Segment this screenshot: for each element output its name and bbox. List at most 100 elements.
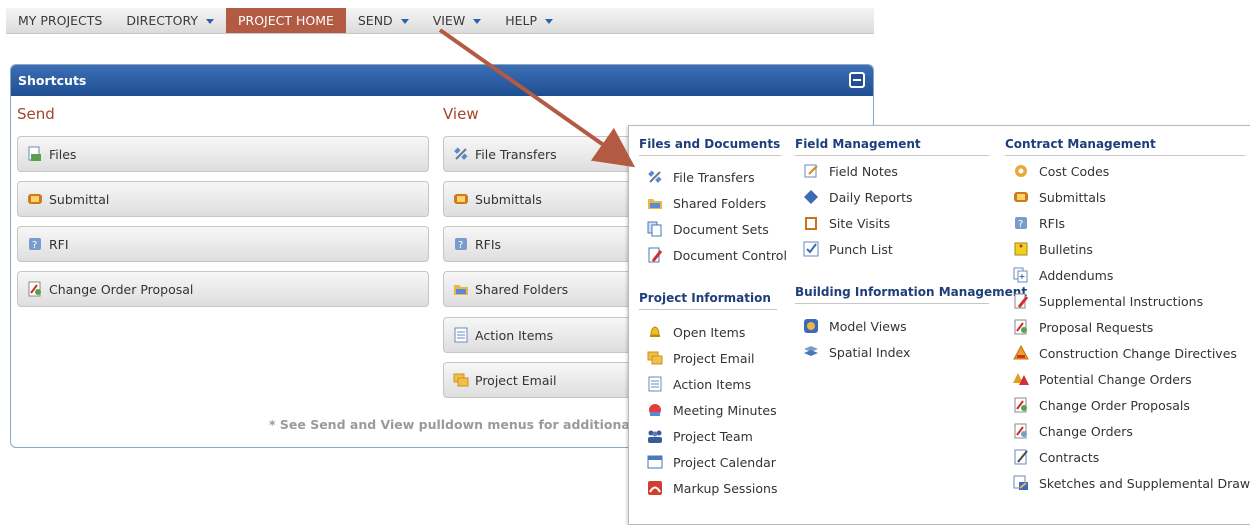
menu-project-calendar[interactable]: Project Calendar	[647, 453, 776, 471]
menu-submittals[interactable]: Submittals	[1013, 188, 1106, 206]
change-order-icon	[1014, 319, 1027, 335]
menu-project-email[interactable]: Project Email	[647, 349, 754, 367]
menu-bulletins[interactable]: Bulletins	[1013, 240, 1093, 258]
model-icon	[804, 319, 818, 333]
view-column-title: View	[443, 105, 479, 123]
send-submittal-button[interactable]: Submittal	[17, 181, 429, 217]
chevron-down-icon	[473, 19, 482, 24]
collapse-icon[interactable]	[849, 72, 865, 88]
menu-item-label: Document Control	[673, 247, 787, 263]
menu-cost-codes[interactable]: Cost Codes	[1013, 162, 1109, 180]
nav-send[interactable]: SEND	[346, 8, 421, 33]
menu-meeting-minutes[interactable]: Meeting Minutes	[647, 401, 777, 419]
menu-rfis[interactable]: ? RFIs	[1013, 214, 1065, 232]
menu-item-label: Bulletins	[1039, 241, 1093, 257]
menu-site-visits[interactable]: Site Visits	[803, 214, 890, 232]
svg-text:?: ?	[32, 240, 37, 251]
nav-project-home[interactable]: PROJECT HOME	[225, 8, 346, 33]
menu-model-views[interactable]: Model Views	[803, 317, 907, 335]
menu-punch-list[interactable]: Punch List	[803, 240, 893, 258]
markup-icon	[648, 481, 662, 495]
menu-document-sets[interactable]: Document Sets	[647, 220, 769, 238]
bulletin-icon	[1014, 242, 1028, 256]
menu-item-label: Site Visits	[829, 215, 891, 231]
nav-help[interactable]: HELP	[493, 8, 565, 33]
addendum-icon	[1013, 267, 1028, 283]
bell-icon	[650, 326, 660, 337]
menu-change-order-proposals[interactable]: Change Order Proposals	[1013, 396, 1190, 414]
section-files-and-documents: Files and Documents	[639, 137, 781, 156]
menu-project-team[interactable]: Project Team	[647, 427, 753, 445]
menu-item-label: Punch List	[829, 241, 893, 257]
chevron-down-icon	[400, 19, 409, 24]
menu-change-orders[interactable]: Change Orders	[1013, 422, 1133, 440]
supplemental-icon	[1014, 293, 1029, 309]
menu-item-label: Daily Reports	[829, 189, 913, 205]
menu-markup-sessions[interactable]: Markup Sessions	[647, 479, 777, 497]
send-column-title: Send	[17, 105, 55, 123]
nav-directory[interactable]: DIRECTORY	[114, 8, 226, 33]
menu-open-items[interactable]: Open Items	[647, 323, 745, 341]
menu-proposal-requests[interactable]: Proposal Requests	[1013, 318, 1153, 336]
contract-icon	[1014, 449, 1028, 465]
menu-daily-reports[interactable]: Daily Reports	[803, 188, 913, 206]
menu-shared-folders[interactable]: Shared Folders	[647, 194, 766, 212]
menu-item-label: Change Orders	[1039, 423, 1133, 439]
menu-item-label: Supplemental Instructions	[1039, 293, 1204, 309]
checkbox-icon	[803, 241, 819, 257]
change-order-icon	[1014, 423, 1027, 439]
nav-label: DIRECTORY	[126, 13, 198, 28]
help-note: * See Send and View pulldown menus for a…	[269, 417, 677, 432]
menu-document-control[interactable]: Document Control	[647, 246, 787, 264]
menu-item-label: Construction Change Directives	[1039, 345, 1237, 361]
diamond-icon	[804, 190, 818, 204]
menu-sketches-and-supplemental-drawings[interactable]: Sketches and Supplemental Drawings	[1013, 474, 1250, 492]
menu-construction-change-directives[interactable]: Construction Change Directives	[1013, 344, 1237, 362]
nav-my-projects[interactable]: MY PROJECTS	[6, 8, 114, 33]
section-field-management: Field Management	[795, 137, 989, 156]
folder-icon	[648, 199, 662, 209]
button-label: File Transfers	[475, 146, 557, 162]
menu-contracts[interactable]: Contracts	[1013, 448, 1099, 466]
menu-addendums[interactable]: Addendums	[1013, 266, 1113, 284]
rfi-icon: ?	[29, 238, 41, 251]
satellite-icon	[648, 170, 662, 183]
menu-spatial-index[interactable]: Spatial Index	[803, 343, 910, 361]
button-label: Submittals	[475, 191, 542, 207]
calendar-icon	[647, 455, 663, 469]
menu-field-notes[interactable]: Field Notes	[803, 162, 898, 180]
menu-supplemental-instructions[interactable]: Supplemental Instructions	[1013, 292, 1203, 310]
view-dropdown-menu: Files and Documents File Transfers Share…	[628, 125, 1250, 525]
send-change-order-proposal-button[interactable]: Change Order Proposal	[17, 271, 429, 307]
meeting-icon	[649, 404, 661, 416]
menu-item-label: Project Email	[673, 350, 755, 366]
send-rfi-button[interactable]: ? RFI	[17, 226, 429, 262]
menu-item-label: Meeting Minutes	[673, 402, 777, 418]
change-order-icon	[1014, 397, 1027, 413]
cost-codes-icon	[1015, 165, 1027, 177]
button-label: Action Items	[475, 327, 554, 343]
menu-item-label: Markup Sessions	[673, 480, 778, 496]
button-label: Change Order Proposal	[49, 281, 194, 297]
clipboard-icon	[805, 217, 817, 230]
menu-potential-change-orders[interactable]: Potential Change Orders	[1013, 370, 1192, 388]
email-icon	[647, 351, 663, 365]
team-icon	[648, 430, 662, 443]
nav-label: SEND	[357, 13, 393, 28]
svg-text:?: ?	[458, 240, 463, 251]
send-files-button[interactable]: Files	[17, 136, 429, 172]
list-icon	[648, 376, 662, 392]
menu-item-label: Change Order Proposals	[1039, 397, 1190, 413]
notes-icon	[804, 164, 818, 178]
rfi-icon: ?	[455, 238, 467, 251]
button-label: Files	[49, 146, 77, 162]
document-sets-icon	[647, 221, 662, 237]
menu-action-items[interactable]: Action Items	[647, 375, 751, 393]
nav-view[interactable]: VIEW	[421, 8, 494, 33]
menu-file-transfers[interactable]: File Transfers	[647, 168, 755, 186]
nav-label: VIEW	[432, 13, 466, 28]
submittal-icon	[1014, 192, 1028, 202]
panel-header: Shortcuts	[11, 65, 873, 96]
warning-icon	[1013, 345, 1029, 360]
menu-item-label: Action Items	[673, 376, 752, 392]
